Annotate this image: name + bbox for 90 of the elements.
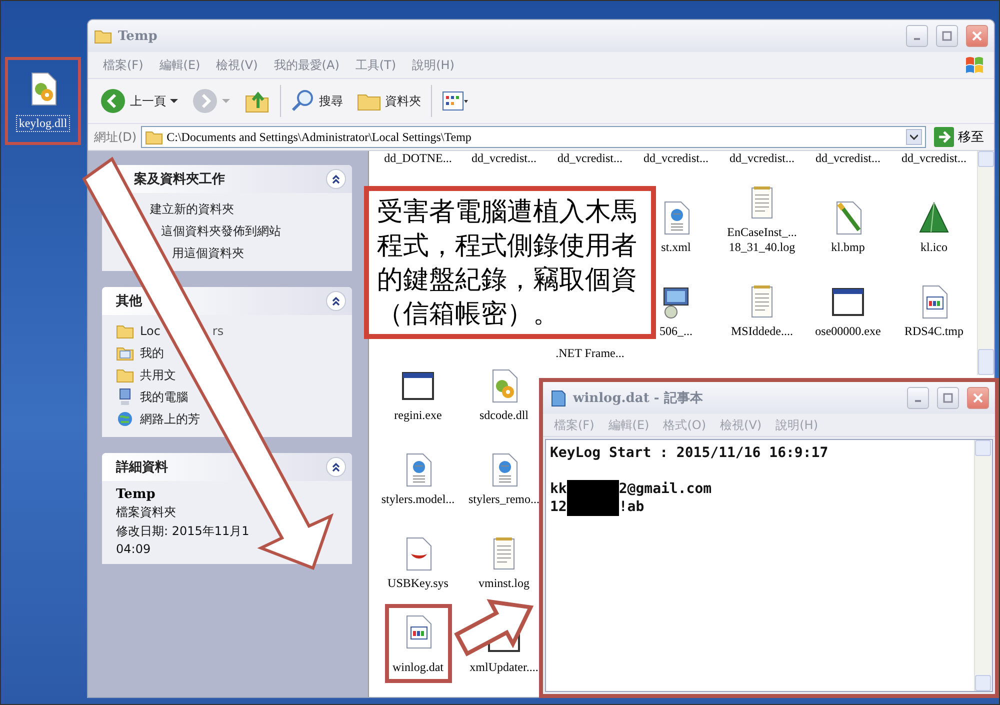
double-chevron-up-icon: [331, 174, 341, 184]
flag-icon: [964, 55, 986, 75]
file-name[interactable]: dd_vcredist...: [644, 151, 708, 166]
notepad-icon: [549, 389, 567, 407]
panel-title: 案及資料夾工作: [134, 170, 225, 188]
caret-icon: [170, 98, 178, 104]
file-name[interactable]: EnCaseInst_... 18_31_40.log: [719, 225, 805, 255]
go-button[interactable]: 移至: [930, 127, 988, 147]
collapse-button[interactable]: [326, 457, 346, 477]
scrollbar[interactable]: [977, 151, 994, 375]
file-name[interactable]: dd_DOTNE...: [384, 151, 452, 166]
file-name[interactable]: xmlUpdater....: [470, 660, 538, 675]
address-label: 網址(D): [94, 128, 137, 146]
detail-text: 修改日期: 2015年11月1: [116, 523, 250, 540]
search-icon: [291, 89, 315, 113]
file-name[interactable]: regini.exe: [394, 408, 442, 423]
file-name[interactable]: dd_vcredist...: [902, 151, 966, 166]
folder-icon: [144, 129, 163, 145]
double-chevron-up-icon: [331, 462, 341, 472]
callout-text: 受害者電腦遭植入木馬程式，程式側錄使用者的鍵盤紀錄，竊取個資（信箱帳密）。: [377, 196, 638, 330]
minimize-button[interactable]: [907, 387, 929, 409]
file-name[interactable]: kl.ico: [920, 240, 948, 255]
collapse-button[interactable]: [326, 169, 346, 189]
folder-icon: [116, 323, 134, 339]
back-button[interactable]: 上一頁: [96, 86, 182, 116]
task-link[interactable]: 我的電腦: [140, 388, 188, 406]
file-name[interactable]: stylers.model...: [381, 492, 455, 507]
redaction-block: [566, 480, 619, 498]
redaction-block: [566, 498, 619, 516]
log-text: kk: [550, 481, 567, 497]
address-field[interactable]: C:\Documents and Settings\Administrator\Local Settings\Temp: [140, 126, 926, 148]
close-button[interactable]: [967, 387, 989, 409]
dropdown-button[interactable]: [906, 129, 922, 145]
file-name[interactable]: dd_vcredist...: [816, 151, 880, 166]
task-link[interactable]: 用這個資料夾: [172, 244, 244, 262]
chevron-down-icon: [910, 134, 918, 140]
panel-title: 其他: [116, 293, 142, 310]
minimize-button[interactable]: [906, 25, 928, 47]
file-name[interactable]: vminst.log: [478, 576, 530, 591]
scrollbar[interactable]: [974, 440, 992, 691]
log-text: KeyLog Start : 2015/11/16 16:9:17: [550, 445, 828, 461]
folder-name: Temp: [116, 487, 156, 502]
folder-icon: [94, 28, 112, 44]
detail-text: 檔案資料夾: [116, 504, 177, 521]
detail-text: 04:09: [116, 542, 152, 556]
window-title: winlog.dat - 記事本: [573, 390, 704, 407]
maximize-icon: [942, 31, 952, 41]
close-icon: [972, 31, 982, 41]
caret-icon: [222, 98, 230, 104]
close-icon: [973, 393, 983, 403]
task-link[interactable]: Loc: [140, 324, 160, 338]
task-link[interactable]: 我的: [140, 344, 164, 362]
network-globe-icon: [116, 410, 134, 428]
task-link[interactable]: 這個資料夾發佈到網站: [161, 222, 281, 240]
file-name[interactable]: 506_...: [660, 324, 692, 339]
file-name[interactable]: USBKey.sys: [388, 576, 448, 591]
task-link[interactable]: 建立新的資料夾: [150, 200, 234, 218]
task-link[interactable]: 共用文: [140, 366, 176, 384]
file-name[interactable]: dd_vcredist...: [730, 151, 794, 166]
panel-title: 詳細資料: [116, 459, 168, 476]
file-name: keylog.dll: [16, 114, 70, 132]
double-chevron-up-icon: [331, 296, 341, 306]
task-link[interactable]: 網路上的芳: [140, 410, 200, 428]
maximize-button[interactable]: [936, 25, 958, 47]
file-name[interactable]: MSIddede....: [731, 324, 793, 339]
maximize-icon: [943, 393, 953, 403]
file-name[interactable]: ose00000.exe: [815, 324, 881, 339]
file-name[interactable]: sdcode.dll: [480, 408, 528, 423]
file-name[interactable]: .NET Frame...: [556, 346, 624, 361]
file-name[interactable]: winlog.dat: [392, 660, 444, 675]
close-button[interactable]: [966, 25, 988, 47]
documents-folder-icon: [116, 345, 134, 361]
folders-button[interactable]: 資料夾: [353, 88, 425, 114]
file-name[interactable]: kl.bmp: [831, 240, 865, 255]
folder-icon: [116, 367, 134, 383]
file-name[interactable]: dd_vcredist...: [472, 151, 536, 166]
collapse-button[interactable]: [326, 291, 346, 311]
file-name[interactable]: dd_vcredist...: [558, 151, 622, 166]
file-name[interactable]: st.xml: [661, 240, 691, 255]
link-text-fragment: rs: [212, 324, 224, 338]
maximize-button[interactable]: [937, 387, 959, 409]
search-button[interactable]: 搜尋: [287, 87, 347, 115]
log-text: 12: [550, 499, 567, 515]
window-title: Temp: [118, 28, 158, 44]
highlight-frame[interactable]: keylog.dll: [5, 57, 81, 145]
log-text: 2@gmail.com: [618, 481, 712, 497]
file-name[interactable]: stylers_remo...: [468, 492, 540, 507]
file-name[interactable]: RDS4C.tmp: [904, 324, 964, 339]
views-icon: [442, 91, 468, 111]
log-text: !ab: [618, 499, 644, 515]
